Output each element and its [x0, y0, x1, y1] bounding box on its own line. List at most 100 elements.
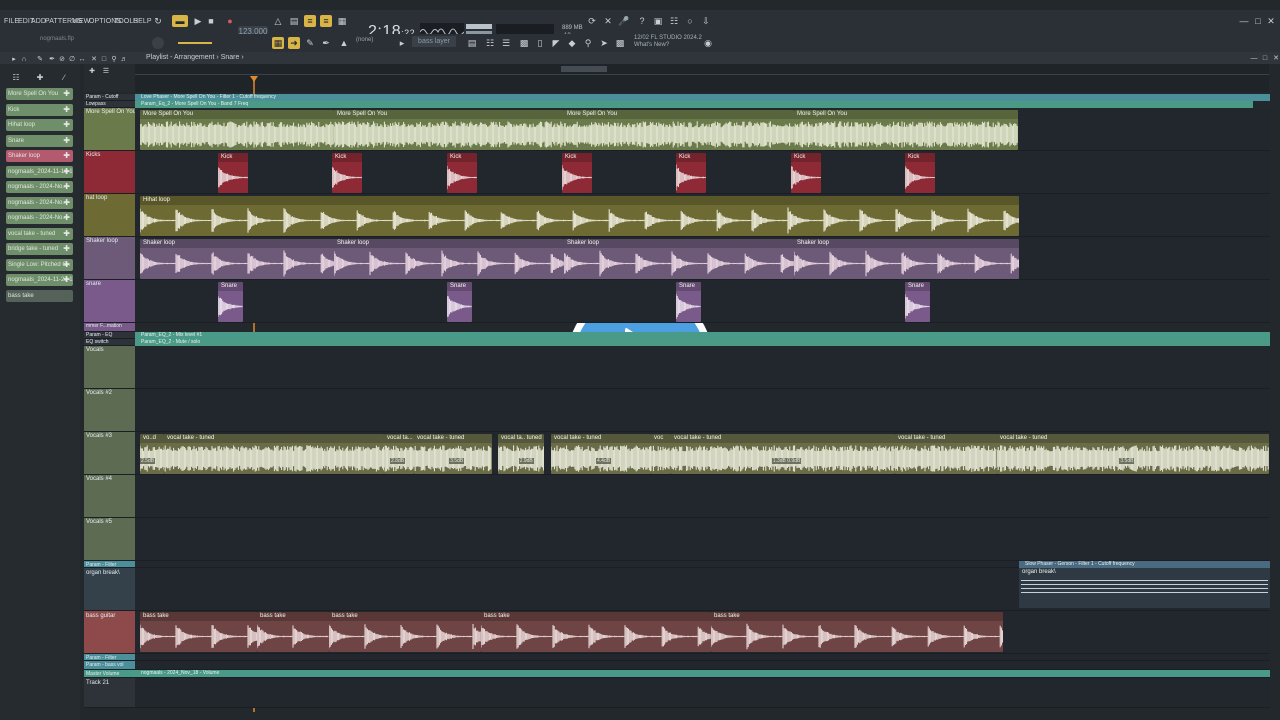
picker-add-icon[interactable]: ✚: [63, 243, 70, 255]
audio-clip[interactable]: Shaker loop: [794, 239, 1019, 279]
whats-new-link[interactable]: What's New?: [634, 42, 702, 49]
audio-clip[interactable]: More Spell On You: [564, 110, 794, 150]
plugin-picker-icon[interactable]: ◤: [550, 37, 562, 49]
track-lane[interactable]: [135, 280, 1270, 323]
refresh-icon[interactable]: ⟳: [586, 15, 598, 27]
automation-track-header[interactable]: EQ switch: [84, 339, 135, 346]
blend-notes-icon[interactable]: ≡: [320, 15, 332, 27]
audio-clip[interactable]: bass take: [481, 612, 711, 652]
maximize-icon[interactable]: □: [1252, 15, 1264, 27]
automation-track-header[interactable]: mmer F...mation: [84, 323, 135, 332]
picker-item[interactable]: Shaker loop ✚: [6, 150, 73, 162]
audio-clip[interactable]: bass take: [329, 612, 481, 652]
audio-clip[interactable]: vo..d 2.5dB: [140, 434, 164, 474]
wait-icon[interactable]: ▤: [288, 15, 300, 27]
audio-clip[interactable]: Hihat loop: [140, 196, 1019, 236]
master-knob[interactable]: [152, 37, 164, 49]
picker-list-icon[interactable]: ☷: [10, 72, 22, 84]
audio-clip[interactable]: vocal take - tuned: [164, 434, 384, 474]
snap-icon[interactable]: ▦: [272, 37, 284, 49]
picker-item[interactable]: nogmaals_2024-11-22 1.. ✚: [6, 274, 73, 286]
audio-clip[interactable]: vocal ta.. tuned 2.9dB: [498, 434, 544, 474]
picker-add-icon[interactable]: ✚: [63, 274, 70, 286]
audio-clip[interactable]: bass take: [257, 612, 329, 652]
track-lane[interactable]: [135, 678, 1270, 708]
automation-clip[interactable]: Love Phaser - More Spell On You - Filter…: [135, 94, 1270, 101]
mixer-icon[interactable]: ☷: [668, 15, 680, 27]
track-header[interactable]: More Spell On You: [84, 108, 135, 151]
master-slider[interactable]: [178, 42, 212, 44]
picker-item[interactable]: Single Low: Pitched C.. ✚: [6, 258, 73, 271]
track-header[interactable]: Vocals: [84, 346, 135, 389]
menu-view[interactable]: VIEW: [72, 18, 90, 25]
track-header[interactable]: bass guitar: [84, 611, 135, 654]
track-zoom-icon[interactable]: ✚: [86, 66, 98, 78]
track-lane[interactable]: [135, 518, 1270, 561]
track-header[interactable]: Param - bass vol: [84, 661, 135, 670]
browser-icon[interactable]: ▯: [534, 37, 546, 49]
audio-clip[interactable]: vocal take - tuned 3.5dB: [414, 434, 492, 474]
track-lane[interactable]: [135, 654, 1270, 661]
audio-clip[interactable]: Kick: [332, 153, 362, 193]
picker-add-icon[interactable]: ✚: [63, 259, 70, 271]
minimize-icon[interactable]: —: [1238, 15, 1250, 27]
automation-clip[interactable]: Param_EQ_2 - Mix level #1: [135, 332, 1270, 339]
picker-add-icon[interactable]: ✚: [63, 181, 70, 193]
picker-add-icon[interactable]: ✚: [63, 104, 70, 116]
track-header[interactable]: Param - Filter: [84, 561, 135, 568]
picker-add-icon[interactable]: ✚: [63, 88, 70, 100]
audio-clip[interactable]: vocal take - tuned 1.3dB 0.9dB: [671, 434, 895, 474]
audio-clip[interactable]: Kick: [218, 153, 248, 193]
audio-clip[interactable]: voc: [651, 434, 671, 474]
picker-add-icon[interactable]: ✚: [63, 212, 70, 224]
play-button[interactable]: ▶: [192, 15, 204, 27]
picker-item[interactable]: nogmaals - 2024-No.. ✚: [6, 212, 73, 224]
menu-add[interactable]: ADD: [31, 18, 46, 25]
picker-add-icon[interactable]: ✚: [63, 228, 70, 240]
picker-item[interactable]: Hihat loop ✚: [6, 119, 73, 131]
automation-clip[interactable]: nogmaals - 2024_Nov_18 - Volume: [135, 670, 1270, 677]
automation-track-header[interactable]: Param - EQ: [84, 332, 135, 339]
metronome-icon[interactable]: △: [272, 15, 284, 27]
track-header[interactable]: Shaker loop: [84, 237, 135, 280]
audio-clip[interactable]: Kick: [447, 153, 477, 193]
pattern-clip[interactable]: organ break\: [1019, 568, 1270, 608]
audio-clip[interactable]: Kick: [676, 153, 706, 193]
playlist-icon[interactable]: ▤: [466, 37, 478, 49]
picker-add-icon[interactable]: ✚: [63, 119, 70, 131]
cut-icon[interactable]: ✕: [602, 15, 614, 27]
track-header[interactable]: hat loop: [84, 194, 135, 237]
track-header[interactable]: Master Volume: [84, 670, 135, 678]
track-lane[interactable]: [135, 475, 1270, 518]
picker-add-icon[interactable]: ✚: [63, 166, 70, 178]
automation-track-header[interactable]: Lowpass: [84, 101, 135, 108]
audio-clip[interactable]: vocal ta... tun 2.8dB: [384, 434, 414, 474]
touch-keyboard-icon[interactable]: ➤: [598, 37, 610, 49]
horizontal-scrollbar[interactable]: [561, 66, 607, 72]
track-header[interactable]: Track 21: [84, 678, 135, 708]
picker-item[interactable]: nogmaals_2024-11-18 1.. ✚: [6, 165, 73, 178]
audio-clip[interactable]: Snare: [676, 282, 701, 322]
microphone-icon[interactable]: 🎤: [618, 15, 630, 27]
audio-clip[interactable]: bass take: [140, 612, 257, 652]
step-edit-icon[interactable]: ▦: [336, 15, 348, 27]
chat-icon[interactable]: ○: [684, 15, 696, 27]
automation-clip[interactable]: Param_Eq_2 - More Spell On You - Band 7 …: [135, 101, 1253, 108]
audio-clip[interactable]: vocal take - tuned 4.4dB: [551, 434, 651, 474]
track-lane[interactable]: [135, 346, 1270, 389]
track-header[interactable]: Vocals #4: [84, 475, 135, 518]
audio-clip[interactable]: More Spell On You: [140, 110, 334, 150]
pattern-selector[interactable]: (none): [356, 37, 373, 43]
menu-file[interactable]: FILE: [4, 18, 19, 25]
track-snap-icon[interactable]: ☰: [100, 66, 112, 78]
audio-clip[interactable]: Kick: [562, 153, 592, 193]
globe-icon[interactable]: ◉: [702, 37, 714, 49]
audio-clip[interactable]: vocal take - tuned: [895, 434, 997, 474]
track-header[interactable]: Vocals #3: [84, 432, 135, 475]
picker-item[interactable]: nogmaals - 2024-No.. ✚: [6, 181, 73, 193]
picker-item[interactable]: nogmaals - 2024-No.. ✚: [6, 196, 73, 209]
automation-clip[interactable]: Param_EQ_2 - Mute / solo: [135, 339, 1270, 346]
pattern-song-toggle[interactable]: ▬: [172, 15, 188, 27]
track-lane[interactable]: [135, 389, 1270, 432]
plug-icon[interactable]: ⚲: [582, 37, 594, 49]
